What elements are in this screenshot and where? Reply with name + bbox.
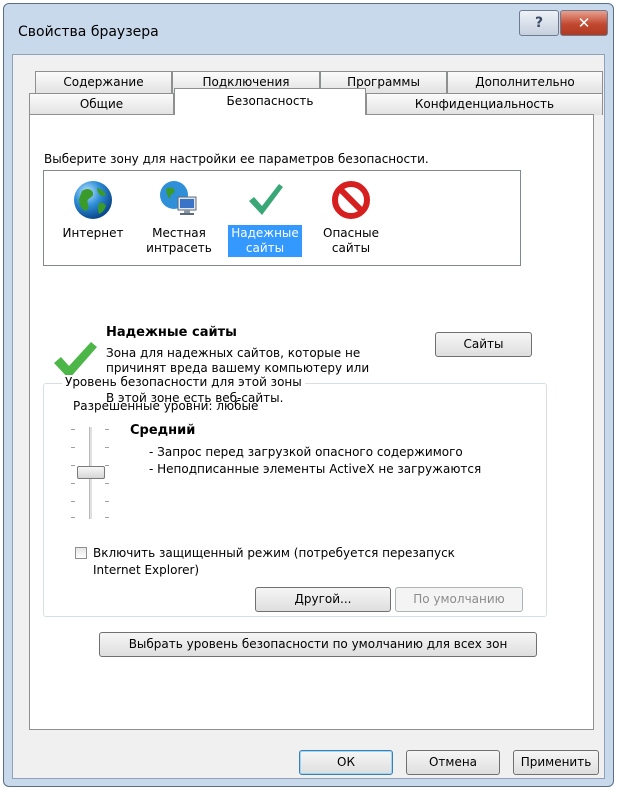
tab-security[interactable]: Безопасность <box>174 88 366 115</box>
dialog-client: Содержание Подключения Программы Дополни… <box>12 54 605 779</box>
zone-restricted[interactable]: Опасные сайты <box>308 171 394 265</box>
zone-intranet[interactable]: Местная интрасеть <box>136 171 222 265</box>
zone-internet[interactable]: Интернет <box>50 171 136 265</box>
protected-mode-label-line: Internet Explorer) <box>93 563 200 577</box>
zone-intranet-label-1: Местная <box>152 226 206 240</box>
slider-tick <box>105 429 109 430</box>
level-details: - Запрос перед загрузкой опасного содерж… <box>149 444 481 478</box>
level-detail-line: - Запрос перед загрузкой опасного содерж… <box>149 445 463 459</box>
slider-tick <box>71 429 75 430</box>
slider-tick <box>71 465 75 466</box>
security-level-group <box>43 383 547 617</box>
zone-restricted-label-2: сайты <box>331 241 371 255</box>
zone-intranet-label-2: интрасеть <box>146 241 212 255</box>
window-title: Свойства браузера <box>18 24 159 40</box>
zone-description-line: причинят вреда вашему компьютеру или <box>106 361 370 375</box>
slider-tick <box>71 483 75 484</box>
slider-tick <box>71 501 75 502</box>
slider-tick <box>105 447 109 448</box>
zone-trusted-label-1: Надежные <box>231 226 299 240</box>
custom-level-button[interactable]: Другой... <box>255 587 391 612</box>
ok-button[interactable]: ОК <box>299 750 393 775</box>
slider-tick <box>105 517 109 518</box>
apply-button[interactable]: Применить <box>513 750 599 775</box>
tab-advanced[interactable]: Дополнительно <box>447 71 603 93</box>
help-button[interactable]: ? <box>519 10 559 36</box>
checkmark-icon <box>249 184 283 215</box>
default-level-button[interactable]: По умолчанию <box>395 587 523 612</box>
level-name: Средний <box>130 423 196 438</box>
reset-all-zones-button[interactable]: Выбрать уровень безопасности по умолчани… <box>99 632 537 657</box>
zone-internet-label: Интернет <box>62 226 124 240</box>
zone-trusted[interactable]: Надежные сайты <box>222 171 308 265</box>
title-bar: Свойства браузера ? ✕ <box>4 4 613 54</box>
zone-prompt: Выберите зону для настройки ее параметро… <box>44 152 429 166</box>
level-detail-line: - Неподписанные элементы ActiveX не загр… <box>149 462 482 476</box>
slider-tick <box>71 447 75 448</box>
zone-trusted-label-2: сайты <box>245 241 285 255</box>
allowed-levels-text: Разрешенные уровни: любые <box>73 399 259 413</box>
security-level-legend: Уровень безопасности для этой зоны <box>62 375 305 389</box>
dialog-window: Свойства браузера ? ✕ Содержание Подключ… <box>3 3 614 787</box>
prohibited-icon <box>332 181 370 219</box>
slider-tick <box>105 501 109 502</box>
zone-list: Интернет Местная интрасеть Надежные сайт… <box>43 170 521 266</box>
security-slider-thumb[interactable] <box>77 466 105 479</box>
protected-mode-label[interactable]: Включить защищенный режим (потребуется п… <box>93 545 455 579</box>
tab-content[interactable]: Содержание <box>35 71 172 93</box>
tab-general[interactable]: Общие <box>29 93 174 115</box>
globe-icon <box>74 181 112 219</box>
close-button[interactable]: ✕ <box>560 10 608 36</box>
protected-mode-label-line: Включить защищенный режим (потребуется п… <box>93 546 455 560</box>
slider-tick <box>105 483 109 484</box>
zone-restricted-label-1: Опасные <box>323 226 379 240</box>
tab-privacy[interactable]: Конфиденциальность <box>366 93 603 115</box>
intranet-icon <box>160 181 197 215</box>
slider-tick <box>71 517 75 518</box>
slider-tick <box>105 465 109 466</box>
zone-description-line: Зона для надежных сайтов, которые не <box>106 346 361 360</box>
zone-title: Надежные сайты <box>106 325 237 340</box>
sites-button[interactable]: Сайты <box>435 332 532 357</box>
protected-mode-checkbox[interactable] <box>75 547 87 559</box>
cancel-button[interactable]: Отмена <box>406 750 500 775</box>
